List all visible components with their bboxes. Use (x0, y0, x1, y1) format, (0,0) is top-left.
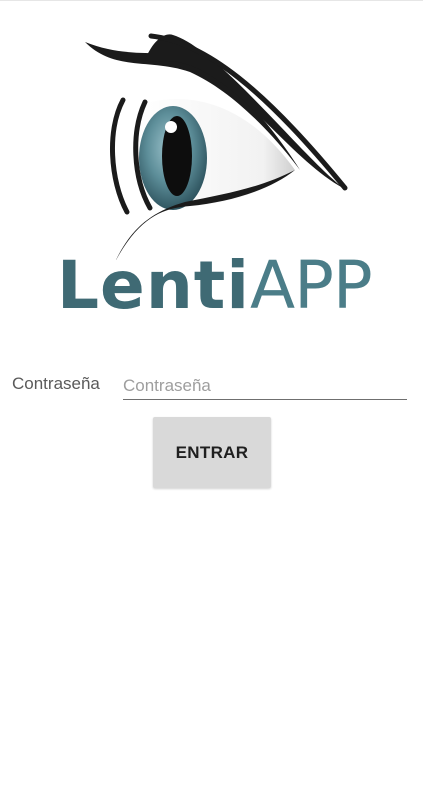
password-input[interactable] (123, 372, 407, 400)
app-wordmark: Lenti APP (57, 247, 373, 324)
password-label: Contraseña (12, 374, 100, 393)
top-divider (0, 0, 423, 1)
login-screen: Lenti APP Contraseña ENTRAR (0, 0, 423, 800)
wordmark-light-part: APP (249, 247, 373, 324)
enter-button[interactable]: ENTRAR (153, 417, 271, 488)
app-logo: Lenti APP (55, 30, 377, 322)
wordmark-bold-part: Lenti (57, 247, 250, 324)
eye-logo-icon (85, 33, 348, 260)
